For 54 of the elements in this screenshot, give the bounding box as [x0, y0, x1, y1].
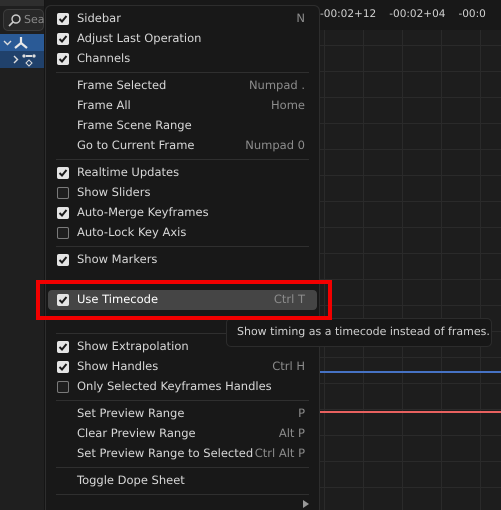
shortcut-label: Alt P — [278, 425, 305, 442]
menu-item[interactable]: Use Timecode Ctrl T — [48, 290, 317, 310]
tooltip: Show timing as a timecode instead of frames. — [226, 318, 492, 347]
shortcut-label: Ctrl T — [274, 291, 305, 308]
object-icon — [14, 36, 28, 49]
menu-item[interactable]: Only Selected Keyframes Handles — [48, 377, 317, 397]
menu-item[interactable]: Sidebar N — [48, 9, 317, 29]
menu-item[interactable]: Show Markers — [48, 250, 317, 270]
collapse-icon[interactable] — [3, 38, 12, 47]
menu-item[interactable]: Show Sliders — [48, 183, 317, 203]
channel-row[interactable] — [0, 51, 44, 68]
shortcut-label: Numpad 0 — [245, 137, 305, 154]
menu-item[interactable]: Frame Scene Range — [48, 116, 317, 136]
checkbox[interactable] — [57, 254, 69, 266]
checkbox[interactable] — [57, 33, 69, 45]
menu-item[interactable]: Frame Selected Numpad . — [48, 76, 317, 96]
menu-item[interactable]: Realtime Updates — [48, 163, 317, 183]
menu-item[interactable]: Auto-Lock Key Axis — [48, 223, 317, 243]
checkbox[interactable] — [57, 53, 69, 65]
menu-item[interactable]: Clear Preview Range Alt P — [48, 424, 317, 444]
search-placeholder: Sea — [24, 12, 44, 28]
submenu-arrow-icon — [303, 500, 309, 508]
keyframe-icon — [22, 52, 36, 66]
shortcut-label: N — [296, 10, 305, 28]
checkbox[interactable] — [57, 187, 69, 199]
search-icon — [8, 14, 21, 26]
search-field[interactable]: Sea — [3, 9, 44, 31]
menu-item[interactable]: Show Handles Ctrl H — [48, 357, 317, 377]
checkbox[interactable] — [57, 381, 69, 393]
checkbox[interactable] — [57, 294, 69, 306]
shortcut-label: Numpad . — [248, 77, 305, 94]
checkbox[interactable] — [57, 341, 69, 353]
time-label: -00:02+04 — [389, 7, 446, 22]
shortcut-label: Ctrl H — [272, 358, 305, 376]
checkbox[interactable] — [57, 361, 69, 373]
menu-item[interactable]: Set Preview Range to Selected Ctrl Alt P — [48, 444, 317, 464]
channel-row[interactable] — [0, 34, 44, 51]
menu-item[interactable]: Set Preview Range P — [48, 404, 317, 424]
time-label: -00:0 — [458, 7, 486, 22]
menu-item[interactable]: Toggle Dope Sheet — [48, 471, 317, 491]
menu-item[interactable]: Go to Current Frame Numpad 0 — [48, 136, 317, 156]
shortcut-label: P — [298, 405, 305, 422]
checkbox[interactable] — [57, 167, 69, 179]
menu-item[interactable]: Adjust Last Operation — [48, 29, 317, 49]
menu-item[interactable]: Frame All Home — [48, 96, 317, 116]
menu-item[interactable]: Auto-Merge Keyframes — [48, 203, 317, 223]
shortcut-label: Home — [271, 97, 305, 114]
checkbox[interactable] — [57, 207, 69, 219]
checkbox[interactable] — [57, 227, 69, 239]
shortcut-label: Ctrl Alt P — [254, 445, 305, 462]
expand-icon[interactable] — [11, 55, 20, 64]
menu-item[interactable]: Channels — [48, 49, 317, 69]
time-label: -00:02+12 — [320, 7, 376, 22]
checkbox[interactable] — [57, 13, 69, 25]
